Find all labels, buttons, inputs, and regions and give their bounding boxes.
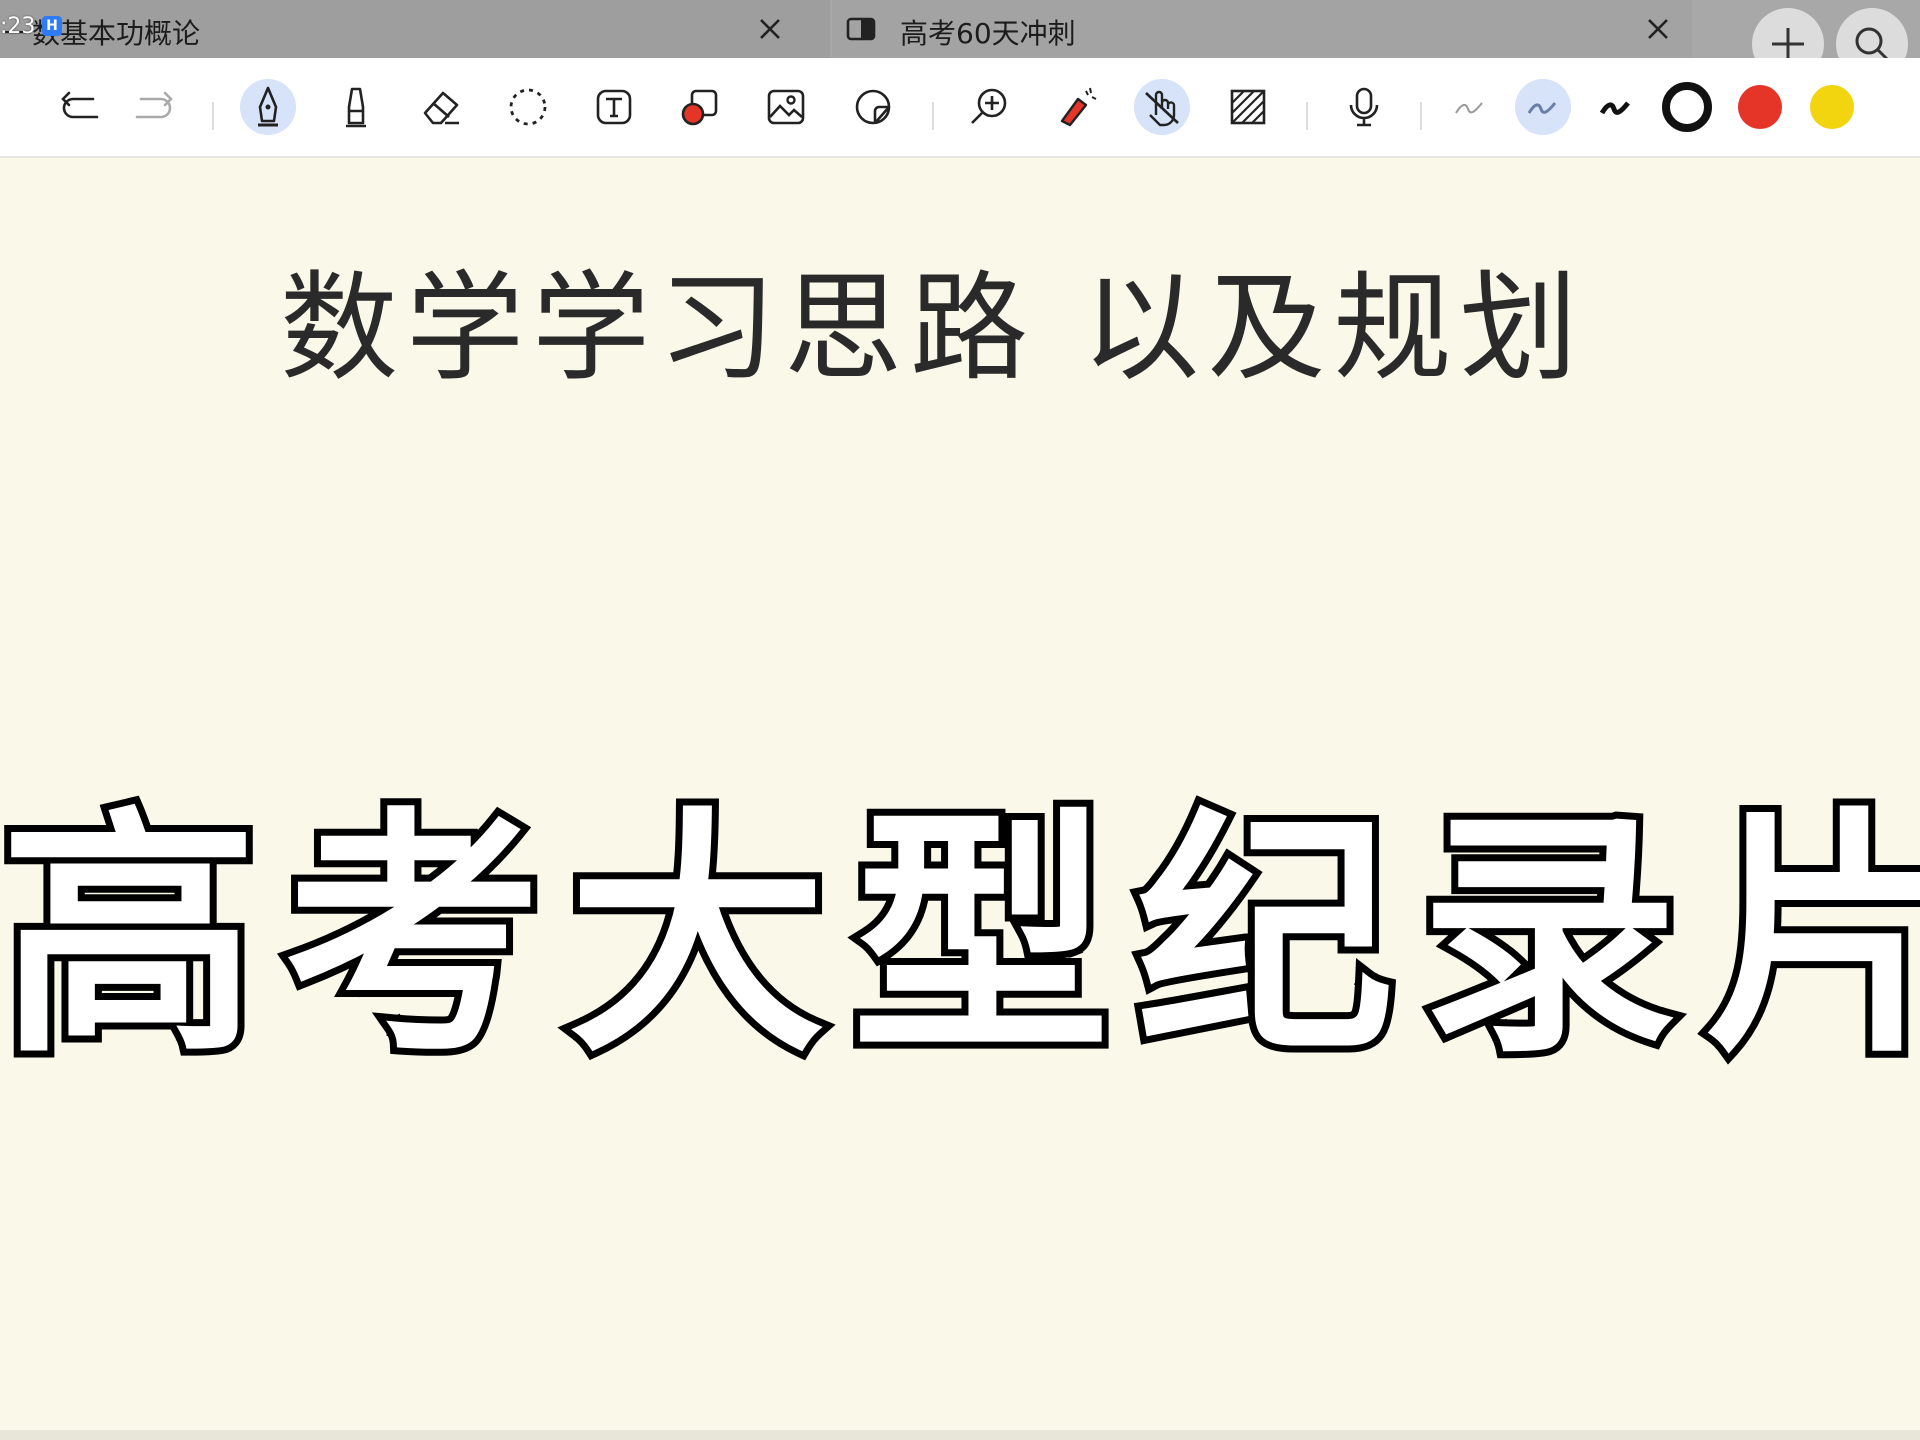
- toolbar-divider: [932, 102, 934, 130]
- stroke-medium[interactable]: [1515, 79, 1571, 135]
- image-tool[interactable]: [758, 79, 814, 135]
- close-icon[interactable]: [755, 14, 785, 44]
- page-bottom-edge: [0, 1430, 1920, 1440]
- ruled-paper-icon: [1230, 89, 1266, 125]
- highlighter-icon: [346, 87, 366, 128]
- tab-notebook-2[interactable]: 高考60天冲刺: [832, 0, 1692, 58]
- text-icon: [596, 89, 632, 125]
- app-badge: H: [42, 16, 62, 36]
- zoom-icon: [971, 88, 1007, 124]
- shape-icon: [681, 89, 718, 126]
- tab-bar: :23 H 一数基本功概论 高考60天冲刺: [0, 0, 1920, 80]
- tab-title: 高考60天冲刺: [900, 17, 1076, 50]
- zoom-tool[interactable]: [962, 79, 1018, 135]
- paper-template-tool[interactable]: [1220, 79, 1276, 135]
- shape-tool[interactable]: [672, 79, 728, 135]
- close-icon[interactable]: [1643, 14, 1673, 44]
- color-black-button[interactable]: [1659, 79, 1715, 135]
- text-tool[interactable]: [586, 79, 642, 135]
- pen-icon: [258, 86, 278, 127]
- sticker-icon: [855, 89, 891, 125]
- color-yellow-button[interactable]: [1804, 79, 1860, 135]
- color-swatch-red: [1738, 85, 1782, 129]
- stroke-thin[interactable]: [1442, 79, 1498, 135]
- sticker-tool[interactable]: [845, 79, 901, 135]
- toolbar-divider: [1420, 102, 1422, 130]
- pen-tool[interactable]: [240, 79, 296, 135]
- redo-button[interactable]: [125, 79, 181, 135]
- color-swatch-black: [1662, 82, 1712, 132]
- microphone-icon: [1349, 87, 1379, 127]
- touch-draw-toggle[interactable]: [1134, 79, 1190, 135]
- record-audio-button[interactable]: [1336, 79, 1392, 135]
- thick-stroke-icon: [1599, 101, 1630, 115]
- toolbar-divider: [212, 102, 214, 130]
- undo-icon: [61, 91, 99, 119]
- medium-stroke-icon: [1527, 102, 1557, 114]
- touch-draw-icon: [1145, 90, 1179, 127]
- laser-pointer-icon: [1060, 87, 1097, 127]
- tab-notebook-1[interactable]: 一数基本功概论: [0, 0, 830, 58]
- image-icon: [767, 89, 805, 125]
- drawing-toolbar: [0, 58, 1920, 158]
- eraser-tool[interactable]: [413, 79, 469, 135]
- eraser-icon: [423, 91, 459, 125]
- lasso-tool[interactable]: [500, 79, 556, 135]
- stroke-thick[interactable]: [1588, 79, 1644, 135]
- undo-button[interactable]: [53, 79, 109, 135]
- laser-pointer-tool[interactable]: [1048, 79, 1104, 135]
- status-time: :23: [0, 14, 36, 39]
- handwritten-title: 数学学习思路 以及规划: [280, 259, 1586, 397]
- toolbar-divider: [1306, 102, 1308, 130]
- color-red-button[interactable]: [1732, 79, 1788, 135]
- notebook-tab-icon: [846, 17, 876, 41]
- highlighter-tool[interactable]: [328, 79, 384, 135]
- redo-icon: [135, 91, 173, 119]
- thin-stroke-icon: [1455, 102, 1483, 114]
- lasso-icon: [509, 88, 547, 126]
- color-swatch-yellow: [1810, 85, 1854, 129]
- headline-text: 高考大型纪录片: [0, 780, 1920, 1094]
